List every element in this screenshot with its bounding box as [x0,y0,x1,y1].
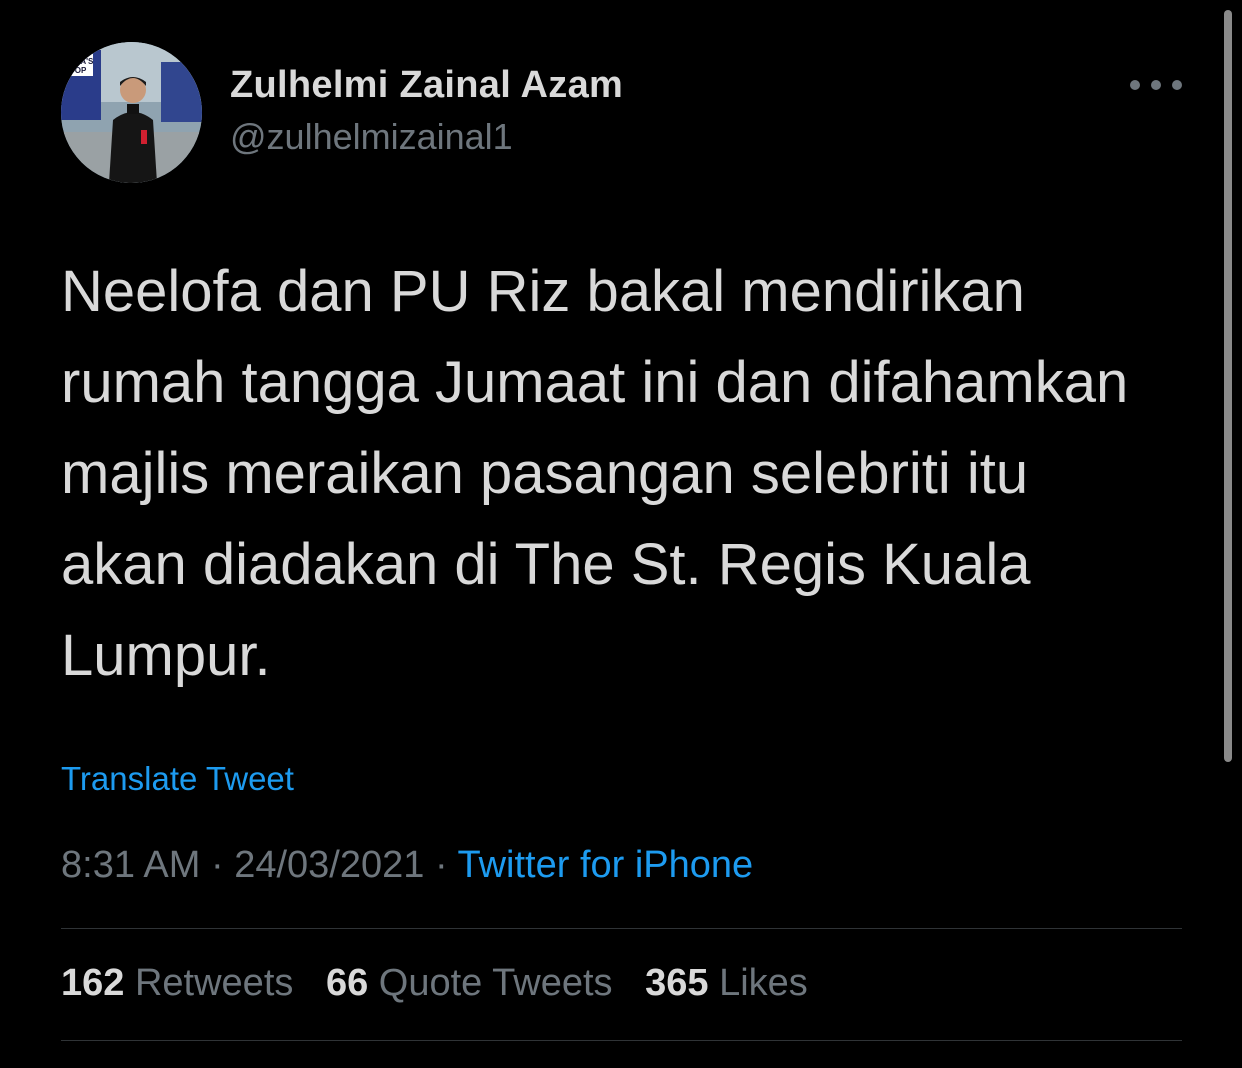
divider [61,1040,1182,1041]
author-display-name[interactable]: Zulhelmi Zainal Azam [230,64,623,107]
avatar-photo: ASIA'S TOP [61,42,202,183]
svg-text:TOP: TOP [70,66,87,75]
likes-label: Likes [719,962,808,1004]
meta-separator: · [200,844,235,886]
tweet-date[interactable]: 24/03/2021 [234,844,424,886]
quote-tweets-stat[interactable]: 66 Quote Tweets [326,962,613,1004]
retweets-stat[interactable]: 162 Retweets [61,962,293,1004]
tweet-text-line: akan diadakan di The St. Regis Kuala [61,532,1031,597]
author-handle[interactable]: @zulhelmizainal1 [230,116,513,158]
quote-tweets-label: Quote Tweets [378,962,613,1004]
retweets-count: 162 [61,962,125,1004]
tweet-text-line: majlis meraikan pasangan selebriti itu [61,441,1029,506]
tweet-text-line: Neelofa dan PU Riz bakal mendirikan [61,259,1025,324]
divider [61,928,1182,929]
translate-tweet-link[interactable]: Translate Tweet [61,760,294,798]
tweet-text-line: rumah tangga Jumaat ini dan difahamkan [61,350,1129,415]
tweet-text-line: Lumpur. [61,623,271,688]
likes-count: 365 [645,962,709,1004]
more-options-button[interactable] [1130,70,1182,100]
more-horizontal-icon [1130,80,1140,90]
tweet-metadata: 8:31 AM · 24/03/2021 · Twitter for iPhon… [61,844,753,887]
tweet-text: Neelofa dan PU Riz bakal mendirikan ruma… [61,246,1191,701]
retweets-label: Retweets [134,962,294,1004]
quote-tweets-count: 66 [325,962,369,1004]
meta-separator: · [424,844,458,886]
tweet-detail: ASIA'S TOP Zulhelmi Zainal Azam @zulhelm… [0,0,1242,1068]
tweet-source-link[interactable]: Twitter for iPhone [457,844,753,886]
avatar[interactable]: ASIA'S TOP [61,42,202,183]
tweet-time[interactable]: 8:31 AM [61,844,200,886]
avatar-sign-text: ASIA'S [67,57,94,66]
likes-stat[interactable]: 365 Likes [645,962,808,1004]
scrollbar[interactable] [1224,10,1232,762]
engagement-stats: 162 Retweets 66 Quote Tweets 365 Likes [61,962,830,1005]
